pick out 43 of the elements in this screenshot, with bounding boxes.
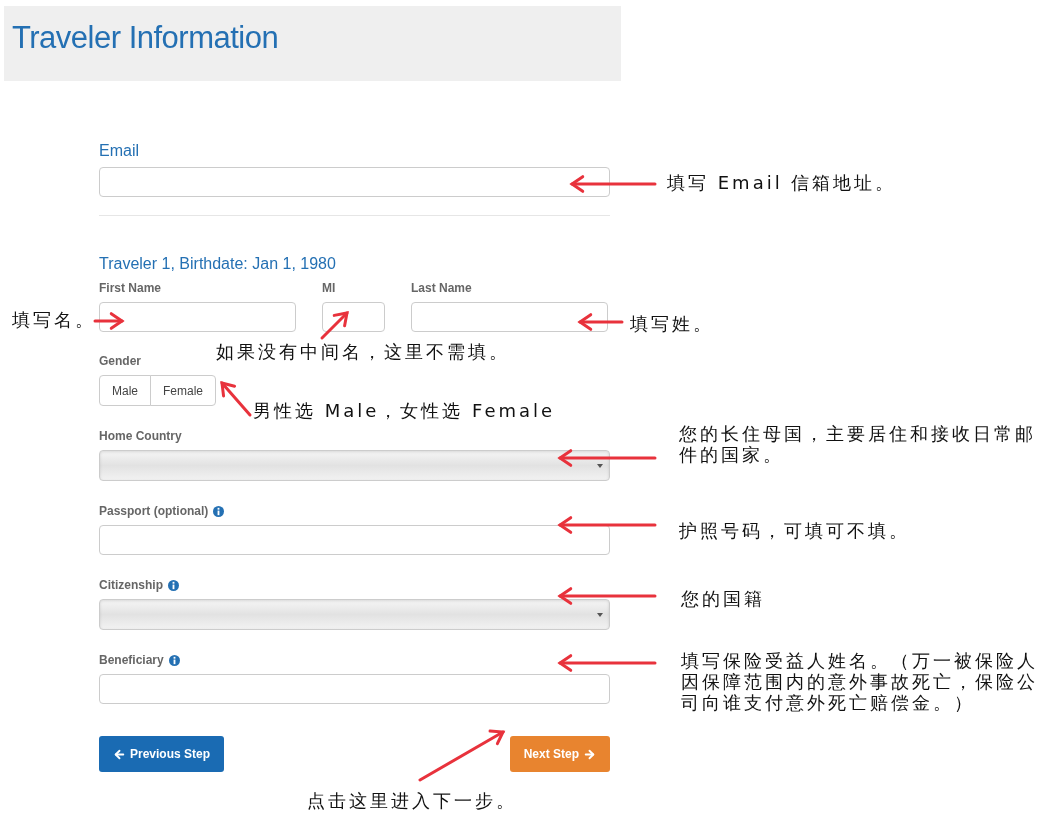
annotation-note: 男性选 Male，女性选 Female (253, 400, 556, 421)
annotation-arrow (577, 313, 624, 331)
field-label: Home Country (99, 428, 182, 444)
annotation-note: 填写名。 (12, 309, 96, 330)
input-field[interactable] (99, 302, 296, 332)
email-label: Email (99, 141, 140, 161)
page-title: Traveler Information (12, 20, 279, 56)
info-icon[interactable] (168, 654, 180, 666)
caret-icon (597, 612, 603, 617)
annotation-note: 填写保险受益人姓名。（万一被保险人因保障范围内的意外事故死亡，保险公司向谁支付意外死亡赔偿金。） (681, 650, 1039, 713)
input-field[interactable] (99, 674, 610, 704)
annotation-note: 填写姓。 (630, 313, 714, 334)
field-label: Gender (99, 353, 141, 369)
gender-option[interactable]: Female (150, 375, 217, 406)
input-field[interactable] (99, 525, 610, 555)
annotation-arrow (320, 311, 349, 340)
field-label: First Name (99, 280, 162, 296)
caret-icon (597, 463, 603, 468)
field-label: Last Name (411, 280, 472, 296)
annotation-arrow (93, 312, 125, 330)
info-icon[interactable] (168, 579, 179, 591)
info-icon[interactable] (213, 505, 225, 517)
annotation-note: 护照号码，可填可不填。 (679, 520, 910, 541)
field-label: Beneficiary (99, 652, 164, 668)
annotation-note: 填写 Email 信箱地址。 (667, 172, 897, 193)
annotation-note: 点击这里进入下一步。 (307, 790, 517, 811)
field-label: MI (322, 280, 336, 296)
traveler-heading: Traveler 1, Birthdate: Jan 1, 1980 (99, 254, 337, 274)
annotation-note: 您的国籍 (681, 588, 765, 609)
select-field[interactable] (99, 599, 610, 630)
field-label: Citizenship (99, 577, 163, 593)
arrow-left-icon (113, 747, 126, 761)
previous-step-button[interactable]: Previous Step (99, 736, 225, 772)
annotation-note: 您的长住母国，主要居住和接收日常邮件的国家。 (679, 423, 1037, 465)
annotation-arrow (220, 381, 252, 417)
input-field[interactable] (411, 302, 608, 332)
select-field[interactable] (99, 450, 610, 481)
input-field[interactable] (322, 302, 385, 332)
gender-option[interactable]: Male (99, 375, 151, 406)
annotation-note: 如果没有中间名，这里不需填。 (216, 341, 510, 362)
arrow-right-icon (583, 747, 596, 761)
email-field[interactable] (99, 167, 610, 197)
field-label: Passport (optional) (99, 503, 209, 519)
